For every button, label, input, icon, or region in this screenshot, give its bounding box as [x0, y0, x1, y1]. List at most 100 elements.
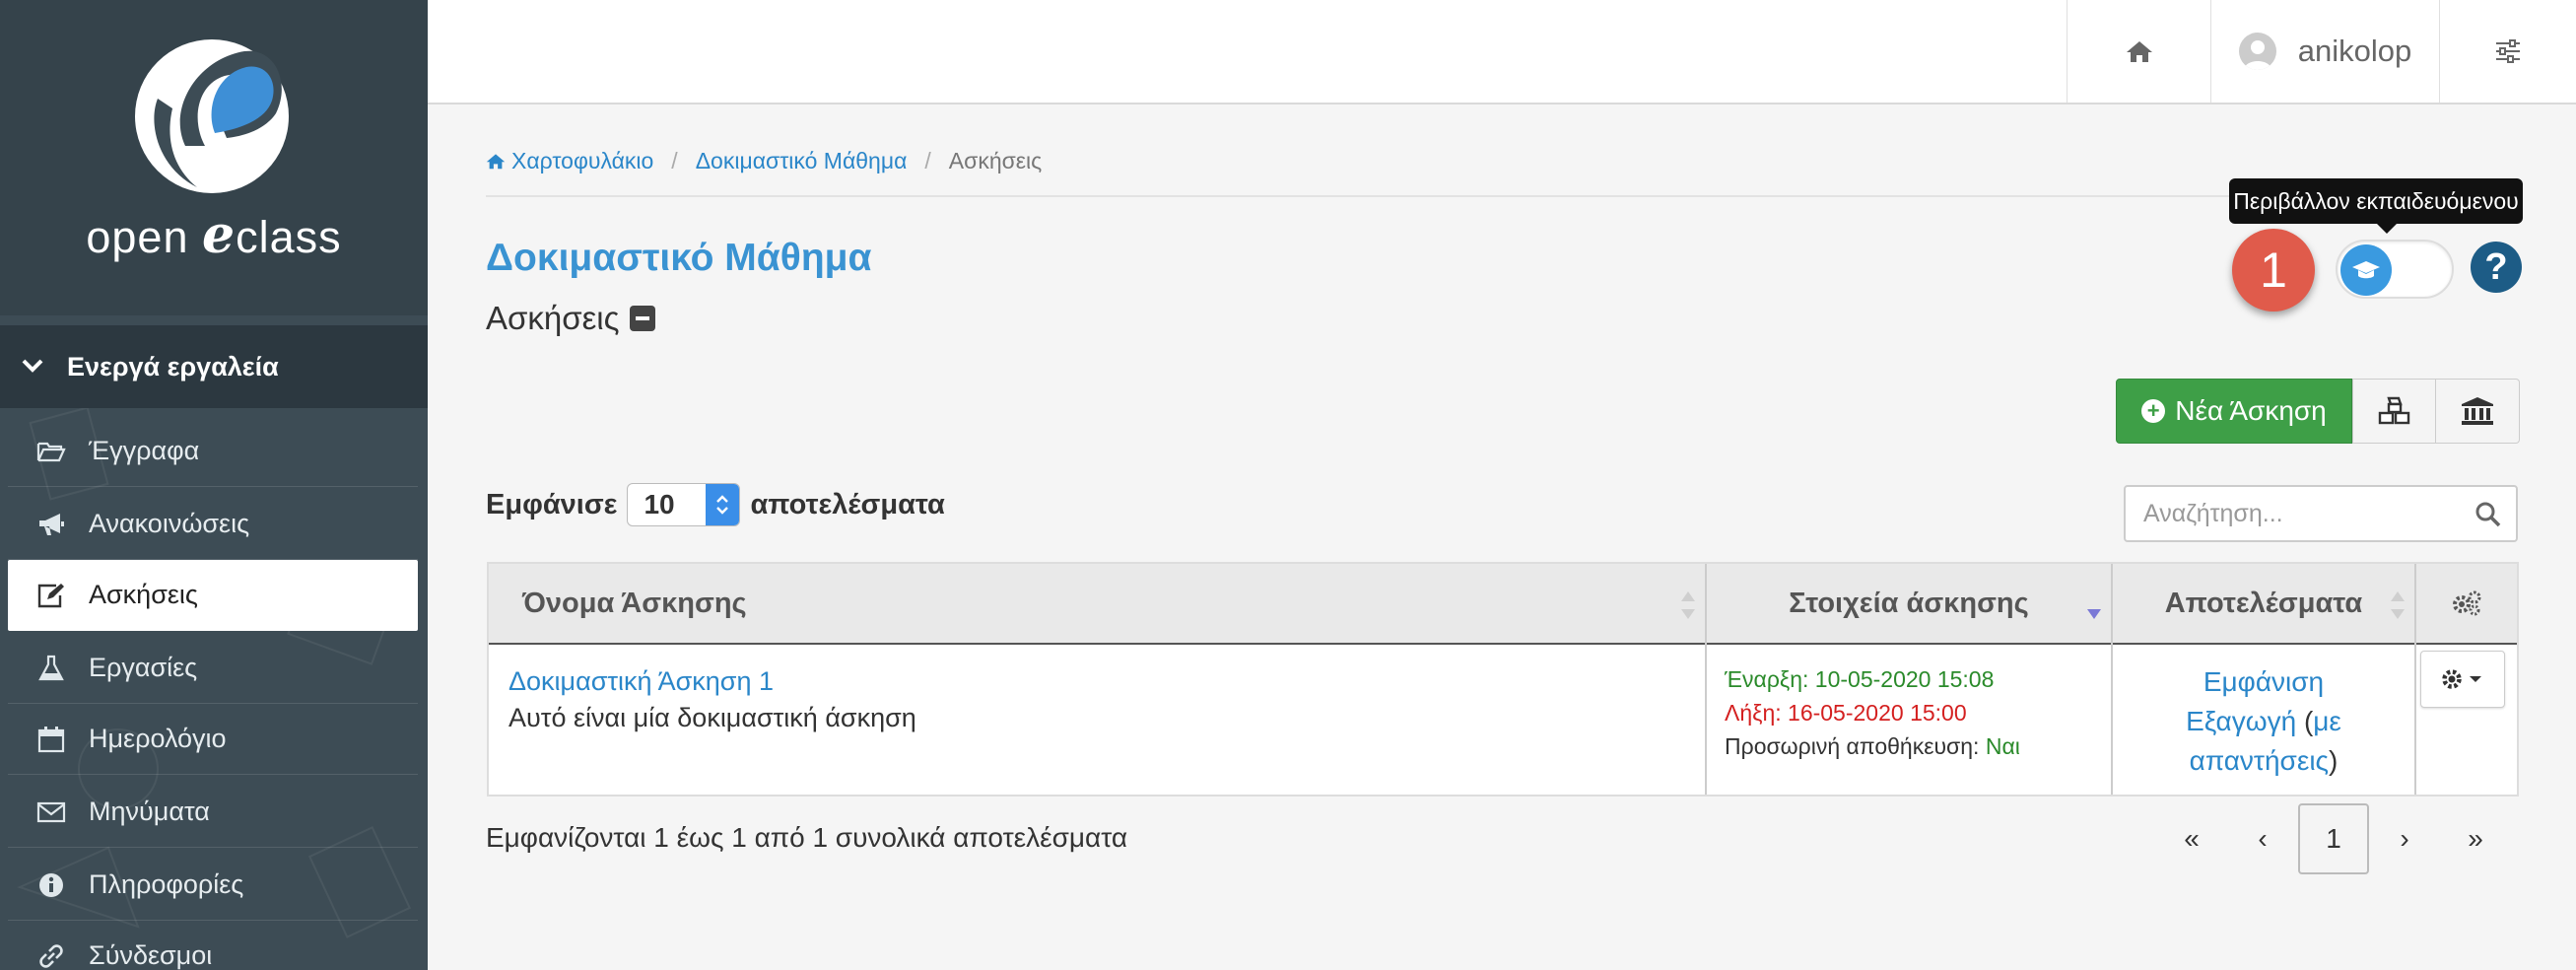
student-view-toggle[interactable] — [2336, 240, 2454, 299]
new-exercise-label: Νέα Άσκηση — [2175, 395, 2327, 426]
page-next[interactable]: › — [2369, 803, 2440, 874]
sidebar-item-label: Ανακοινώσεις — [89, 509, 250, 538]
sidebar-item-label: Έγγραφα — [89, 436, 200, 465]
envelope-icon — [35, 800, 67, 824]
active-tools-label: Ενεργά εργαλεία — [67, 351, 279, 381]
search-input[interactable]: Αναζήτηση... — [2124, 485, 2518, 542]
breadcrumb-separator: / — [671, 148, 678, 173]
table-summary: Εμφανίζονται 1 έως 1 από 1 συνολικά αποτ… — [486, 822, 1128, 853]
sidebar-item-documents[interactable]: Έγγραφα — [8, 416, 418, 487]
gears-icon — [2453, 590, 2481, 616]
folder-open-icon — [35, 440, 67, 463]
home-button[interactable] — [2067, 0, 2210, 103]
avatar — [2238, 33, 2276, 70]
column-header-results[interactable]: Αποτελέσματα — [2113, 564, 2414, 645]
search-placeholder: Αναζήτηση... — [2143, 499, 2283, 527]
link-icon — [35, 942, 67, 970]
breadcrumb-separator: / — [924, 148, 931, 173]
pencil-square-icon — [35, 582, 67, 609]
home-icon — [486, 154, 506, 170]
question-bank-button[interactable] — [2436, 379, 2520, 444]
chevron-down-icon — [22, 353, 43, 381]
active-tools-header[interactable]: Ενεργά εργαλεία — [0, 325, 428, 408]
temp-save: Προσωρινή αποθήκευση: Ναι — [1725, 729, 2020, 763]
column-header-label: Αποτελέσματα — [2164, 587, 2363, 619]
paren-close: ) — [2329, 745, 2339, 776]
graduation-cap-icon — [2352, 261, 2380, 279]
sidebar-item-exercises[interactable]: Ασκήσεις — [8, 560, 418, 631]
logo-wordmark: open eclass — [86, 205, 342, 265]
sidebar-item-label: Ασκήσεις — [89, 580, 198, 609]
breadcrumb-home[interactable]: Χαρτοφυλάκιο — [486, 148, 653, 174]
collapse-icon[interactable] — [629, 306, 655, 331]
divider — [486, 195, 2519, 197]
sidebar: open eclass Ενεργά εργαλεία Έγγραφα Ανακ… — [0, 0, 428, 970]
sliders-icon — [2496, 39, 2520, 63]
row-actions-button[interactable] — [2420, 651, 2505, 708]
temp-save-value: Ναι — [1985, 733, 2020, 759]
plus-circle-icon: + — [2141, 399, 2166, 423]
show-prefix: Εμφάνισε — [486, 488, 618, 520]
page-prev[interactable]: ‹ — [2227, 803, 2298, 874]
page-size-control: Εμφάνισε 10 αποτελέσματα — [486, 483, 945, 526]
column-header-details[interactable]: Στοιχεία άσκησης — [1707, 564, 2111, 645]
export-results-link[interactable]: Εξαγωγή — [2186, 706, 2296, 736]
sort-icon — [1681, 591, 1695, 619]
home-icon — [2126, 41, 2152, 62]
logo-area[interactable]: open eclass — [0, 0, 428, 315]
gear-dropdown-icon — [2442, 669, 2481, 689]
column-header-label: Στοιχεία άσκησης — [1789, 587, 2029, 619]
column-divider — [2414, 564, 2416, 795]
step-badge: 1 — [2232, 229, 2315, 312]
page-last[interactable]: » — [2440, 803, 2511, 874]
sidebar-item-information[interactable]: Πληροφορίες — [8, 850, 418, 921]
view-mode-tooltip: Περιβάλλον εκπαιδευόμενου — [2229, 178, 2523, 234]
sidebar-item-label: Εργασίες — [89, 653, 198, 682]
sidebar-item-messages[interactable]: Μηνύματα — [8, 777, 418, 848]
show-suffix: αποτελέσματα — [750, 488, 945, 520]
column-header-actions — [2416, 564, 2517, 645]
sort-icon — [2391, 591, 2405, 619]
page-size-value: 10 — [644, 489, 675, 520]
username: anikolop — [2297, 34, 2412, 68]
page-current[interactable]: 1 — [2298, 803, 2369, 874]
exercise-name-link[interactable]: Δοκιμαστική Άσκηση 1 — [508, 666, 916, 697]
exercise-details: Έναρξη: 10-05-2020 15:08 Λήξη: 16-05-202… — [1725, 662, 2020, 763]
sidebar-item-assignments[interactable]: Εργασίες — [8, 633, 418, 704]
bank-icon — [2462, 397, 2493, 425]
settings-button[interactable] — [2439, 0, 2576, 103]
column-divider — [1705, 564, 1707, 795]
sidebar-item-announcements[interactable]: Ανακοινώσεις — [8, 489, 418, 560]
course-title[interactable]: Δοκιμαστικό Μάθημα — [486, 237, 872, 280]
sort-desc-icon — [2087, 591, 2101, 619]
sidebar-item-label: Ημερολόγιο — [89, 724, 227, 753]
sidebar-item-label: Μηνύματα — [89, 797, 210, 826]
user-menu[interactable]: anikolop — [2210, 0, 2439, 103]
action-buttons: + Νέα Άσκηση — [2116, 379, 2520, 444]
help-icon[interactable]: ? — [2471, 242, 2522, 293]
open-eclass-logo-icon — [135, 39, 289, 193]
search-icon — [2475, 502, 2501, 527]
view-results-link[interactable]: Εμφάνιση — [2113, 662, 2414, 702]
column-header-label: Όνομα Άσκησης — [522, 587, 747, 619]
sidebar-item-calendar[interactable]: Ημερολόγιο — [8, 704, 418, 775]
flask-icon — [35, 655, 67, 682]
sidebar-item-label: Σύνδεσμοι — [89, 940, 213, 970]
bullhorn-icon — [35, 512, 67, 537]
breadcrumb-course[interactable]: Δοκιμαστικό Μάθημα — [696, 148, 908, 174]
question-pool-button[interactable] — [2352, 379, 2436, 444]
select-spinner-icon — [706, 484, 740, 525]
column-header-name[interactable]: Όνομα Άσκησης — [489, 564, 1705, 645]
page-first[interactable]: « — [2156, 803, 2227, 874]
table-row: Δοκιμαστική Άσκηση 1 Αυτό είναι μία δοκι… — [508, 666, 916, 733]
page-size-select[interactable]: 10 — [627, 483, 741, 526]
end-date: Λήξη: 16-05-2020 15:00 — [1725, 700, 1967, 726]
info-circle-icon — [35, 872, 67, 898]
page-subtitle-text: Ασκήσεις — [486, 300, 620, 336]
sidebar-item-links[interactable]: Σύνδεσμοι — [8, 921, 418, 970]
breadcrumb-current: Ασκήσεις — [948, 148, 1043, 173]
sidebar-item-label: Πληροφορίες — [89, 869, 244, 899]
new-exercise-button[interactable]: + Νέα Άσκηση — [2116, 379, 2352, 444]
cubes-icon — [2378, 396, 2409, 425]
start-date: Έναρξη: 10-05-2020 15:08 — [1725, 666, 1995, 692]
